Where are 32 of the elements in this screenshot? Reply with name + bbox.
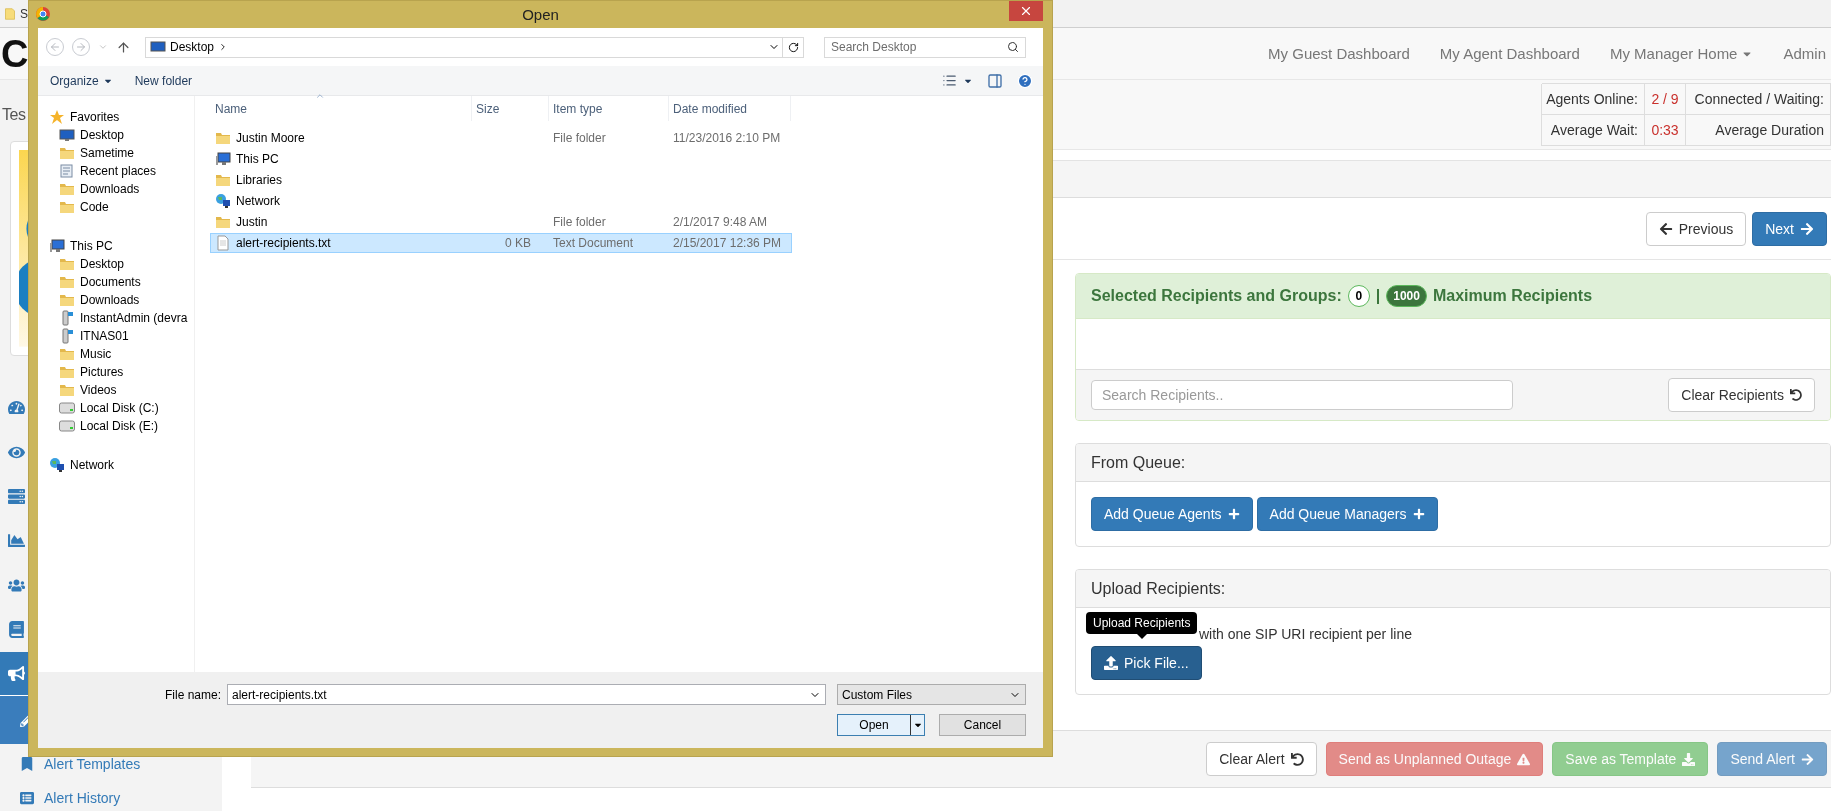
stat-label: Connected / Waiting: bbox=[1686, 83, 1831, 115]
tooltip: Upload Recipients bbox=[1086, 612, 1198, 639]
count-badge: 0 bbox=[1347, 285, 1370, 307]
file-type: File folder bbox=[553, 131, 606, 145]
stat-value: 2 / 9 bbox=[1645, 83, 1686, 115]
logo: C bbox=[1, 34, 29, 73]
file-name: alert-recipients.txt bbox=[236, 236, 331, 250]
separator: | bbox=[1375, 287, 1381, 305]
stat-value: 0:33 bbox=[1645, 114, 1686, 146]
count-badge: 1000 bbox=[1386, 285, 1427, 307]
stat-label: Average Duration bbox=[1686, 114, 1831, 146]
file-type: File folder bbox=[553, 215, 606, 229]
file-date: 11/23/2016 2:10 PM bbox=[673, 131, 781, 145]
file-name: Libraries bbox=[236, 173, 283, 187]
card-title: Selected Recipients and Groups: bbox=[1091, 287, 1342, 305]
card-title: Maximum Recipients bbox=[1432, 287, 1593, 305]
window-title: Open bbox=[522, 6, 559, 23]
field-label: File name: bbox=[164, 687, 221, 702]
sidebar-heading: Tes bbox=[1, 106, 26, 125]
stat-label: Agents Online: bbox=[1542, 83, 1645, 115]
file-name: Network bbox=[236, 194, 280, 208]
hint-text: with one SIP URI recipient per line bbox=[1199, 626, 1412, 642]
file-name: Justin bbox=[236, 215, 268, 229]
file-name: This PC bbox=[236, 152, 279, 166]
card-title: From Queue: bbox=[1091, 453, 1186, 472]
file-size: 0 KB bbox=[505, 236, 531, 250]
stat-label: Average Wait: bbox=[1542, 114, 1645, 146]
file-date: 2/15/2017 12:36 PM bbox=[673, 236, 782, 250]
card-title: Upload Recipients: bbox=[1091, 579, 1226, 598]
file-name: Justin Moore bbox=[236, 131, 305, 145]
file-type: Text Document bbox=[553, 236, 634, 250]
file-date: 2/1/2017 9:48 AM bbox=[673, 215, 768, 229]
